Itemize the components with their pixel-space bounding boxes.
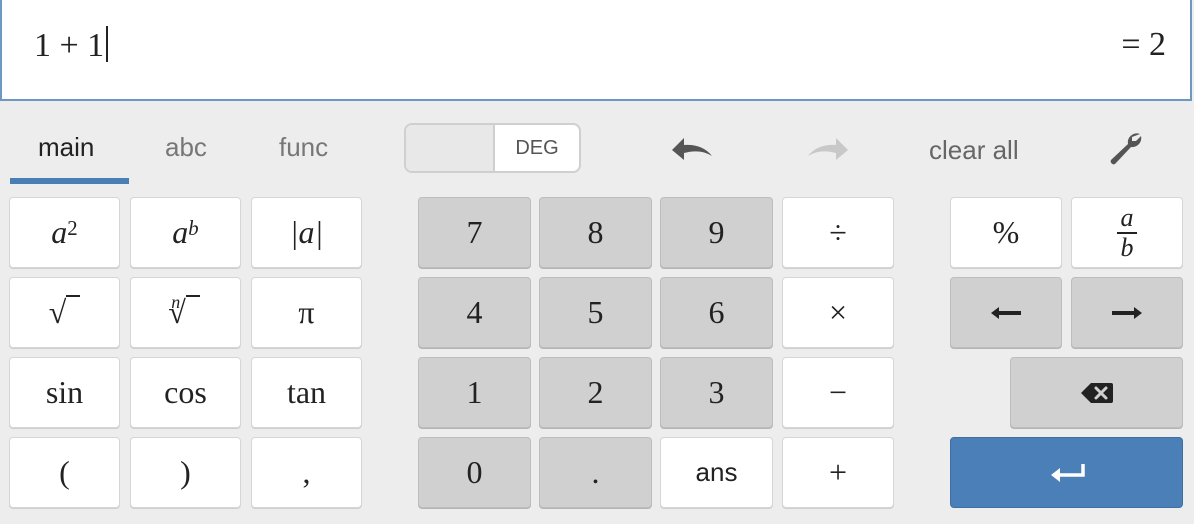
- square-key-base: a: [51, 214, 68, 250]
- tan-key-label: tan: [286, 374, 327, 410]
- power-key-exponent: b: [188, 217, 199, 241]
- divide-key[interactable]: ÷: [782, 197, 894, 268]
- digit-9-key[interactable]: 9: [660, 197, 773, 268]
- digit-4-label: 4: [466, 294, 483, 330]
- fraction-key[interactable]: a b: [1071, 197, 1183, 268]
- digit-9-label: 9: [708, 214, 725, 250]
- right-paren-key-label: ): [180, 454, 191, 490]
- decimal-point-key[interactable]: .: [539, 437, 652, 508]
- undo-arrow-icon: [672, 138, 712, 160]
- power-key[interactable]: ab: [130, 197, 241, 268]
- digit-3-label: 3: [708, 374, 725, 410]
- digit-1-label: 1: [466, 374, 483, 410]
- digit-4-key[interactable]: 4: [418, 277, 531, 348]
- minus-key[interactable]: −: [782, 357, 894, 428]
- sqrt-key[interactable]: √: [9, 277, 120, 348]
- digit-2-label: 2: [587, 374, 604, 410]
- sin-key-label: sin: [45, 374, 84, 410]
- decimal-point-label: .: [591, 454, 600, 490]
- wrench-icon: [1110, 133, 1142, 165]
- ans-key-label: ans: [695, 457, 738, 487]
- fraction-denominator: b: [1120, 232, 1134, 262]
- tab-func[interactable]: func: [279, 132, 328, 163]
- sqrt-icon: √: [48, 294, 67, 330]
- expression-bar[interactable]: 1 + 1 = 2: [0, 0, 1192, 101]
- digit-0-key[interactable]: 0: [418, 437, 531, 508]
- power-key-base: a: [172, 214, 189, 250]
- digit-7-key[interactable]: 7: [418, 197, 531, 268]
- digit-5-label: 5: [587, 294, 604, 330]
- cursor-left-key[interactable]: [950, 277, 1062, 348]
- angle-mode-toggle[interactable]: DEG: [404, 123, 581, 173]
- expression-result: = 2: [1121, 26, 1166, 63]
- square-key-exponent: 2: [67, 217, 78, 241]
- nth-root-icon: √: [168, 294, 186, 330]
- plus-icon: +: [828, 454, 848, 490]
- digit-1-key[interactable]: 1: [418, 357, 531, 428]
- digit-3-key[interactable]: 3: [660, 357, 773, 428]
- digit-2-key[interactable]: 2: [539, 357, 652, 428]
- digit-0-label: 0: [466, 454, 483, 490]
- settings-button[interactable]: [1106, 128, 1146, 173]
- clear-all-button[interactable]: clear all: [929, 135, 1019, 166]
- backspace-icon: [1080, 382, 1113, 403]
- redo-button[interactable]: [806, 134, 852, 169]
- square-key[interactable]: a2: [9, 197, 120, 268]
- percent-key-label: %: [992, 214, 1020, 250]
- tab-main[interactable]: main: [38, 132, 94, 163]
- digit-6-label: 6: [708, 294, 725, 330]
- angle-mode-label: DEG: [515, 137, 559, 159]
- digit-8-label: 8: [587, 214, 604, 250]
- right-arrow-icon: [1112, 306, 1142, 319]
- left-arrow-icon: [991, 306, 1021, 319]
- cos-key-label: cos: [164, 374, 207, 410]
- nth-root-key[interactable]: n √: [130, 277, 241, 348]
- expression-text: 1 + 1: [34, 27, 105, 64]
- comma-key[interactable]: ,: [251, 437, 362, 508]
- comma-key-label: ,: [302, 454, 311, 490]
- pi-key[interactable]: π: [251, 277, 362, 348]
- digit-6-key[interactable]: 6: [660, 277, 773, 348]
- fraction-numerator: a: [1120, 202, 1134, 232]
- angle-mode-switch-knob: [406, 125, 495, 171]
- enter-icon: [1050, 463, 1085, 482]
- sqrt-vinculum: [66, 294, 81, 297]
- enter-key[interactable]: [950, 437, 1183, 508]
- absolute-value-key-label: |a|: [289, 214, 324, 250]
- digit-7-label: 7: [466, 214, 483, 250]
- text-caret: [106, 26, 109, 62]
- nth-root-vinculum: [185, 294, 200, 297]
- digit-8-key[interactable]: 8: [539, 197, 652, 268]
- cursor-right-key[interactable]: [1071, 277, 1183, 348]
- ans-key[interactable]: ans: [660, 437, 773, 508]
- undo-button[interactable]: [668, 134, 714, 169]
- multiply-icon: ×: [828, 294, 848, 330]
- cos-key[interactable]: cos: [130, 357, 241, 428]
- backspace-key[interactable]: [1010, 357, 1183, 428]
- tan-key[interactable]: tan: [251, 357, 362, 428]
- absolute-value-key[interactable]: |a|: [251, 197, 362, 268]
- redo-arrow-icon: [808, 138, 848, 160]
- active-tab-indicator: [10, 178, 129, 184]
- divide-icon: ÷: [829, 214, 847, 250]
- percent-key[interactable]: %: [950, 197, 1062, 268]
- minus-icon: −: [828, 374, 848, 410]
- right-paren-key[interactable]: ): [130, 437, 241, 508]
- digit-5-key[interactable]: 5: [539, 277, 652, 348]
- expression-input[interactable]: 1 + 1: [34, 26, 109, 65]
- pi-key-label: π: [298, 294, 315, 330]
- left-paren-key-label: (: [59, 454, 70, 490]
- fraction-icon: a b: [1117, 202, 1137, 262]
- tab-abc[interactable]: abc: [165, 132, 207, 163]
- plus-key[interactable]: +: [782, 437, 894, 508]
- sin-key[interactable]: sin: [9, 357, 120, 428]
- left-paren-key[interactable]: (: [9, 437, 120, 508]
- multiply-key[interactable]: ×: [782, 277, 894, 348]
